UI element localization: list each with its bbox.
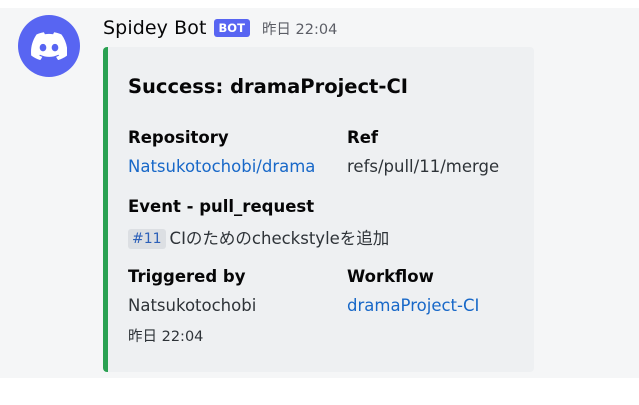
repository-link[interactable]: Natsukotochobi/drama xyxy=(128,157,315,176)
embed-card: Success: dramaProject-CI Repository Nats… xyxy=(103,47,534,372)
event-description: CIのためのcheckstyleを追加 xyxy=(169,229,390,248)
field-value-event: #11 CIのためのcheckstyleを追加 xyxy=(128,225,389,249)
embed-footer-timestamp: 昨日 22:04 xyxy=(128,329,204,345)
bot-message: Spidey Bot BOT 昨日 22:04 Success: dramaPr… xyxy=(0,8,639,378)
field-value-triggered-by: Natsukotochobi xyxy=(128,296,257,315)
bot-tag: BOT xyxy=(213,19,250,37)
field-name-ref: Ref xyxy=(347,128,379,147)
author-name[interactable]: Spidey Bot xyxy=(103,17,207,39)
message-header: Spidey Bot BOT 昨日 22:04 xyxy=(103,14,337,42)
bot-avatar[interactable] xyxy=(18,15,80,77)
field-value-ref: refs/pull/11/merge xyxy=(347,157,500,176)
embed-title: Success: dramaProject-CI xyxy=(128,75,409,98)
discord-logo-icon xyxy=(31,32,67,60)
field-name-event: Event - pull_request xyxy=(128,197,315,216)
message-timestamp[interactable]: 昨日 22:04 xyxy=(262,18,337,39)
field-name-triggered-by: Triggered by xyxy=(128,267,246,286)
field-name-repository: Repository xyxy=(128,128,229,147)
workflow-link[interactable]: dramaProject-CI xyxy=(347,296,479,315)
pr-number-chip[interactable]: #11 xyxy=(128,229,166,249)
field-name-workflow: Workflow xyxy=(347,267,434,286)
